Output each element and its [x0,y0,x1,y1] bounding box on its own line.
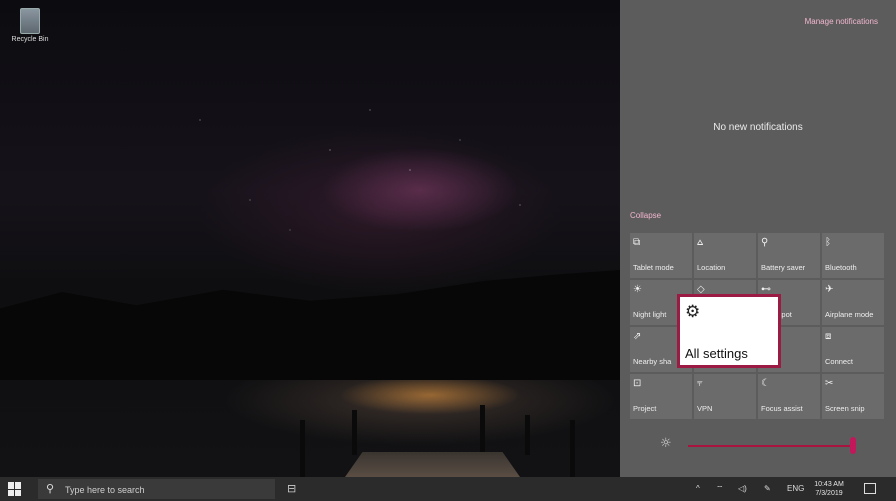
quick-action-tile[interactable]: ⧈ Connect [822,327,884,372]
quick-action-tile[interactable]: ⊡ Project [630,374,692,419]
recycle-bin-label: Recycle Bin [11,36,49,43]
pier-post [480,405,485,455]
quick-action-label: Night light [633,310,667,319]
recycle-bin-shortcut[interactable]: Recycle Bin [8,8,52,43]
recycle-bin-icon [20,8,40,34]
pen-icon[interactable]: ✎ [764,484,771,493]
starfield [0,0,620,477]
task-view-icon[interactable]: ⊟ [287,482,296,495]
project-icon: ⊡ [633,378,642,389]
windows-logo-pane [15,482,21,489]
clock[interactable]: 10:43 AM 7/3/2019 [810,480,848,498]
brightness-thumb[interactable] [849,437,856,454]
pier-post [300,420,305,477]
quick-action-label: Airplane mode [825,310,874,319]
brightness-track[interactable] [688,445,856,447]
quick-action-label: Tablet mode [633,263,674,272]
bluetooth-icon: ᛒ [825,237,831,248]
vpn-icon: ⫧ [697,378,703,389]
quick-action-label: Screen snip [825,404,865,413]
quick-action-label: Focus assist [761,404,803,413]
tablet-mode-icon: ⧉ [633,237,641,248]
windows-logo-pane [8,489,14,496]
quick-action-tile[interactable]: ⧉ Tablet mode [630,233,692,278]
quick-action-label: Nearby sha [633,357,672,366]
pier-post [525,415,530,455]
focus-assist-icon: ☾ [761,378,770,389]
quick-action-label: Connect [825,357,853,366]
quick-action-tile[interactable]: ✂ Screen snip [822,374,884,419]
search-icon: ⚲ [46,482,55,495]
airplane-mode-icon: ✈ [825,284,834,295]
location-icon: ⩟ [697,237,704,248]
collapse-link[interactable]: Collapse [630,211,661,220]
connect-icon: ⧈ [825,331,832,342]
battery-saver-icon: ⚲ [761,237,769,248]
all-settings-label: All settings [685,346,748,361]
search-placeholder: Type here to search [65,485,145,495]
quick-action-label: Location [697,263,726,272]
network-icon[interactable]: ⌔ [716,484,724,494]
manage-notifications-link[interactable]: Manage notifications [805,17,878,26]
quick-action-tile[interactable]: ⫧ VPN [694,374,756,419]
desktop-background: Recycle Bin [0,0,620,477]
quick-action-tile[interactable]: ᛒ Bluetooth [822,233,884,278]
screen-snip-icon: ✂ [825,378,834,389]
quick-action-tile[interactable]: ⩟ Location [694,233,756,278]
pier [345,452,520,477]
windows-logo-pane [15,489,21,496]
quick-action-label: Battery saver [761,263,806,272]
all-settings-tile[interactable]: ⚙ All settings [677,294,781,368]
quick-action-label: VPN [697,404,713,413]
volume-icon[interactable]: ◁) [738,484,747,493]
brightness-slider[interactable]: ☼ [630,432,885,458]
windows-logo-pane [8,482,14,489]
pier-post [352,410,357,455]
quick-action-tile[interactable]: ☾ Focus assist [758,374,820,419]
language-indicator[interactable]: ENG [787,484,804,493]
quick-action-tile[interactable]: ✈ Airplane mode [822,280,884,325]
clock-date: 7/3/2019 [815,490,843,497]
taskbar-search-box[interactable]: ⚲ Type here to search [38,479,275,499]
gear-icon: ⚙ [685,302,701,322]
no-notifications-text: No new notifications [713,122,803,133]
action-center-panel: Manage notifications No new notification… [620,0,896,477]
notifications-icon[interactable] [864,483,876,494]
quick-action-label: Bluetooth [825,263,857,272]
quick-action-tile[interactable]: ⚲ Battery saver [758,233,820,278]
clock-time: 10:43 AM [814,481,844,488]
quick-action-label: Project [633,404,657,413]
taskbar: ⚲ Type here to search ⊟ ^ ⌔ ◁) ✎ ENG 10:… [0,477,896,501]
show-hidden-icons-icon[interactable]: ^ [696,484,700,493]
start-button[interactable] [8,482,22,496]
pier-post [570,420,575,477]
brightness-icon: ☼ [660,436,672,451]
